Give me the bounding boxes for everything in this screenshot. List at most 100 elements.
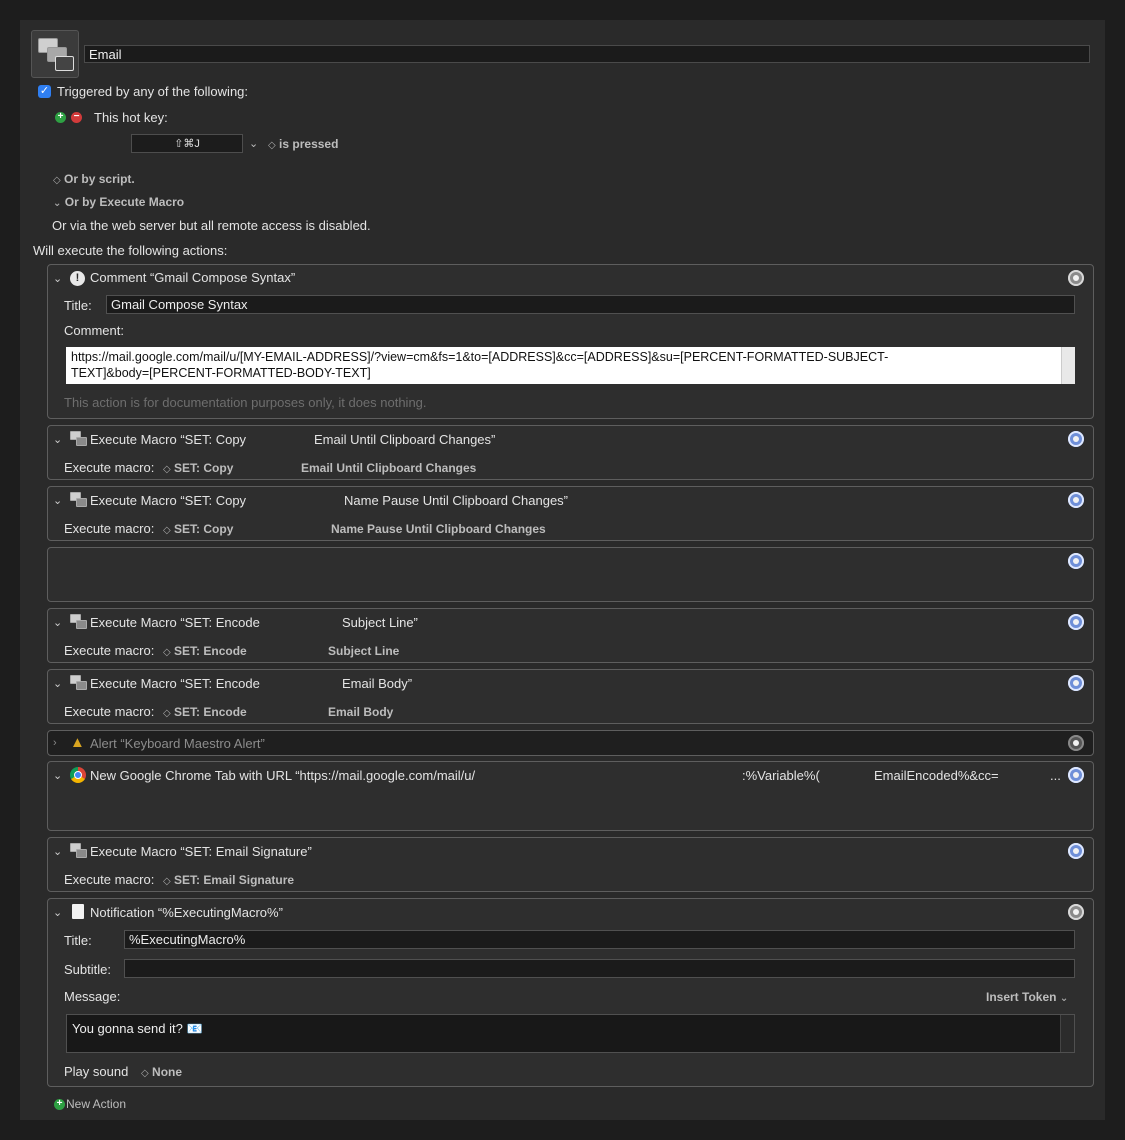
notification-header: Notification “%ExecutingMacro%” (90, 905, 283, 920)
gear-icon[interactable] (1068, 767, 1084, 783)
chevron-down-icon[interactable]: ⌄ (249, 137, 258, 150)
execute-macro-action-2[interactable]: ⌄ Execute Macro “SET: Copy Name Pause Un… (47, 486, 1094, 541)
gear-icon[interactable] (1068, 431, 1084, 447)
select-value: SET: Encode (174, 644, 247, 658)
web-server-text: Or via the web server but all remote acc… (52, 218, 371, 233)
execute-macro-icon (70, 431, 87, 447)
chevron-down-icon[interactable]: ⌄ (53, 769, 62, 782)
hotkey-label: This hot key: (94, 110, 168, 125)
updown-icon: ◇ (141, 1068, 149, 1079)
add-action-icon[interactable]: + (54, 1099, 65, 1110)
triggered-label: Triggered by any of the following: (57, 84, 249, 99)
execute-macro-select[interactable]: ◇ SET: Copy (163, 522, 233, 536)
chevron-down-icon[interactable]: ⌄ (53, 845, 62, 858)
chevron-down-icon[interactable]: ⌄ (53, 272, 62, 285)
gear-icon[interactable] (1068, 735, 1084, 751)
insert-token-button[interactable]: Insert Token ⌄ (986, 990, 1068, 1004)
comment-title-field[interactable]: Gmail Compose Syntax (106, 295, 1075, 314)
comment-icon: ! (70, 271, 85, 286)
execute-macro-select-name: Email Until Clipboard Changes (301, 461, 477, 475)
comment-note: This action is for documentation purpose… (64, 395, 427, 410)
hotkey-field[interactable]: ⇧⌘J (131, 134, 243, 153)
comment-line-2: TEXT]&body=[PERCENT-FORMATTED-BODY-TEXT] (71, 366, 371, 380)
new-action-button[interactable]: New Action (66, 1097, 126, 1111)
chevron-down-icon[interactable]: ⌄ (53, 494, 62, 507)
execute-macro-label: Execute macro: (64, 643, 155, 658)
triggered-checkbox[interactable]: ✓ (38, 85, 51, 98)
gear-icon[interactable] (1068, 553, 1084, 569)
action-header-b: Subject Line” (342, 615, 418, 630)
document-icon (72, 904, 84, 919)
updown-icon: ◇ (163, 464, 171, 475)
updown-icon: ◇ (53, 175, 61, 186)
gear-icon[interactable] (1068, 492, 1084, 508)
alert-header: Alert “Keyboard Maestro Alert” (90, 736, 265, 751)
scrollbar[interactable] (1060, 1015, 1074, 1052)
execute-macro-icon (70, 675, 87, 691)
or-by-script-label: Or by script. (64, 172, 135, 186)
action-header-a: Execute Macro “SET: Encode (90, 615, 260, 630)
gear-icon[interactable] (1068, 614, 1084, 630)
execute-macro-action-3[interactable]: ⌄ Execute Macro “SET: Encode Subject Lin… (47, 608, 1094, 663)
execute-macro-select[interactable]: ◇ SET: Copy (163, 461, 233, 475)
comment-action[interactable]: ⌄ ! Comment “Gmail Compose Syntax” Title… (47, 264, 1094, 419)
execute-macro-icon (70, 843, 87, 859)
scrollbar[interactable] (1061, 347, 1075, 384)
execute-macro-action-1[interactable]: ⌄ Execute Macro “SET: Copy Email Until C… (47, 425, 1094, 480)
execute-macro-label: Execute macro: (64, 460, 155, 475)
title-label: Title: (64, 298, 92, 313)
execute-macro-select-name: Name Pause Until Clipboard Changes (331, 522, 546, 536)
notification-subtitle-field[interactable] (124, 959, 1075, 978)
comment-text-area[interactable]: https://mail.google.com/mail/u/[MY-EMAIL… (66, 347, 1075, 384)
chrome-icon (70, 767, 86, 783)
notification-action[interactable]: ⌄ Notification “%ExecutingMacro%” Title:… (47, 898, 1094, 1087)
add-trigger-icon[interactable]: + (55, 112, 66, 123)
empty-action[interactable] (47, 547, 1094, 602)
chrome-header-mid: :%Variable%( (742, 768, 820, 783)
or-by-script-toggle[interactable]: ◇ Or by script. (53, 172, 135, 186)
notification-subtitle-label: Subtitle: (64, 962, 111, 977)
chrome-new-tab-action[interactable]: ⌄ New Google Chrome Tab with URL “https:… (47, 761, 1094, 831)
comment-label: Comment: (64, 323, 124, 338)
gear-icon[interactable] (1068, 270, 1084, 286)
chevron-down-icon[interactable]: ⌄ (53, 616, 62, 629)
chevron-down-icon[interactable]: ⌄ (53, 433, 62, 446)
execute-macro-select-name: Email Body (328, 705, 394, 719)
gear-icon[interactable] (1068, 675, 1084, 691)
macro-icon[interactable] (31, 30, 79, 78)
notification-message-label: Message: (64, 989, 121, 1004)
action-header-a: Execute Macro “SET: Copy (90, 432, 247, 447)
chevron-right-icon[interactable]: › (53, 737, 57, 749)
action-header-a: Execute Macro “SET: Encode (90, 676, 260, 691)
play-sound-select[interactable]: ◇ None (141, 1065, 182, 1079)
chevron-down-icon[interactable]: ⌄ (53, 906, 62, 919)
updown-icon: ◇ (268, 140, 276, 151)
or-by-execute-toggle[interactable]: ⌄ Or by Execute Macro (53, 195, 184, 209)
notification-title-field[interactable]: %ExecutingMacro% (124, 930, 1075, 949)
comment-header: Comment “Gmail Compose Syntax” (90, 270, 296, 285)
execute-macro-label: Execute macro: (64, 872, 155, 887)
execute-macro-action-5[interactable]: ⌄ Execute Macro “SET: Email Signature” E… (47, 837, 1094, 892)
chevron-down-icon: ⌄ (53, 198, 62, 209)
macro-name-field[interactable]: Email (84, 45, 1090, 63)
execute-macro-action-4[interactable]: ⌄ Execute Macro “SET: Encode Email Body”… (47, 669, 1094, 724)
gear-icon[interactable] (1068, 843, 1084, 859)
execute-macro-icon (70, 492, 87, 508)
execute-macro-label: Execute macro: (64, 704, 155, 719)
or-by-execute-label: Or by Execute Macro (64, 195, 185, 209)
hotkey-state-value: is pressed (279, 137, 339, 151)
action-header-b: Name Pause Until Clipboard Changes” (344, 493, 569, 508)
execute-macro-select[interactable]: ◇ SET: Encode (163, 644, 247, 658)
hotkey-state-select[interactable]: ◇ is pressed (268, 137, 338, 151)
notification-message-field[interactable]: You gonna send it? 📧 (66, 1014, 1075, 1053)
chevron-down-icon[interactable]: ⌄ (53, 677, 62, 690)
execute-macro-select[interactable]: ◇ SET: Email Signature (163, 873, 294, 887)
gear-icon[interactable] (1068, 904, 1084, 920)
play-sound-label: Play sound (64, 1064, 129, 1079)
select-value: SET: Encode (174, 705, 247, 719)
action-header-b: Email Body” (342, 676, 413, 691)
remove-trigger-icon[interactable]: − (71, 112, 82, 123)
chrome-header-ellipsis: ... (1050, 768, 1061, 783)
execute-macro-select[interactable]: ◇ SET: Encode (163, 705, 247, 719)
alert-action[interactable]: › ▲ Alert “Keyboard Maestro Alert” (47, 730, 1094, 756)
